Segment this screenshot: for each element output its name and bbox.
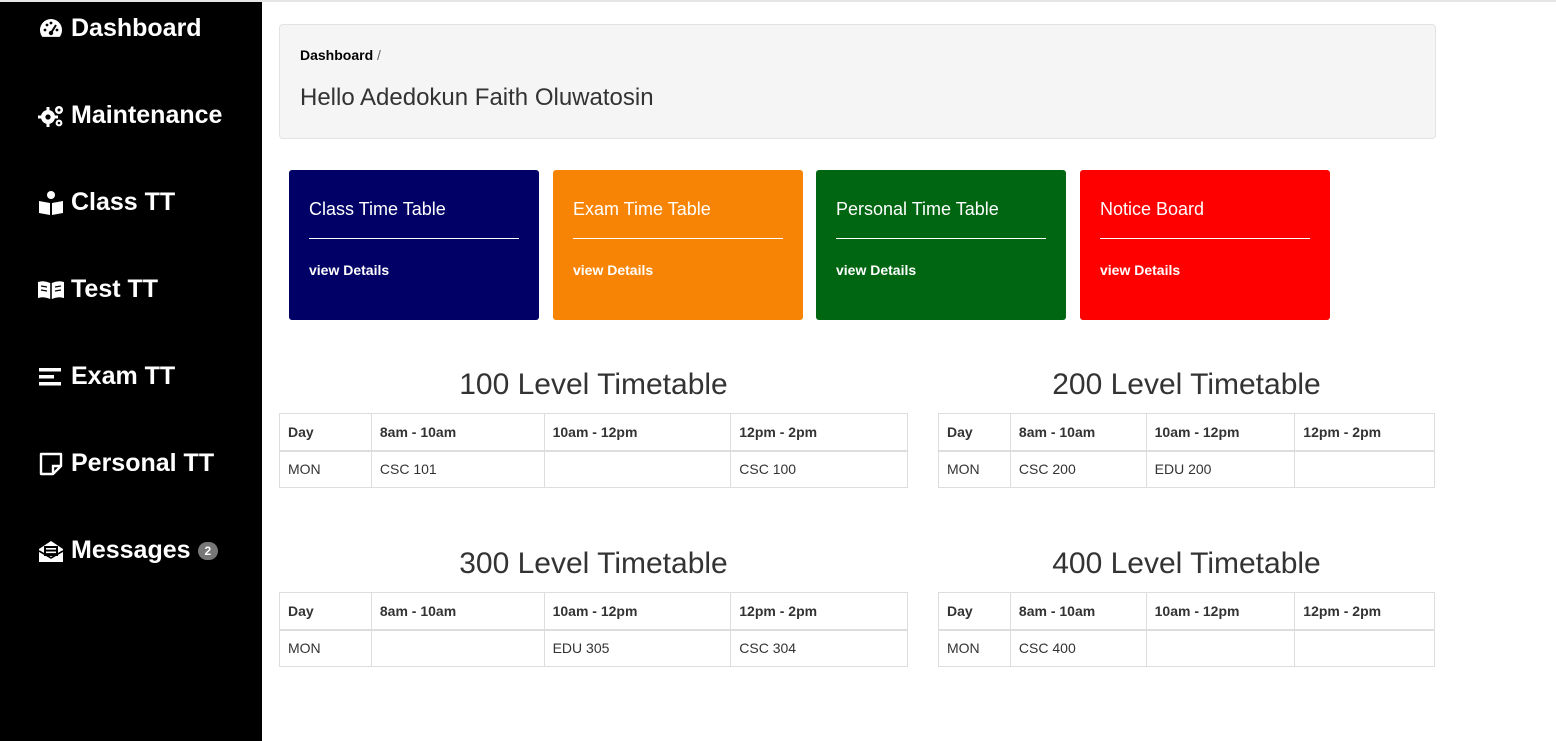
card-title: Exam Time Table	[573, 199, 711, 219]
card-divider	[1100, 238, 1310, 239]
column-header: 10am - 12pm	[543, 413, 732, 452]
column-header: Day	[938, 413, 1011, 452]
greeting-text: Hello Adedokun Faith Oluwatosin	[300, 84, 654, 111]
timetable-300-title: 300 Level Timetable	[459, 547, 728, 580]
sidebar-item-messages[interactable]: Messages 2	[37, 536, 219, 565]
table-cell	[370, 629, 545, 667]
reader-icon	[39, 190, 63, 215]
sidebar: Dashboard Maintenance Class TT Test TT E…	[0, 2, 262, 741]
column-header: 12pm - 2pm	[730, 413, 908, 452]
sidebar-item-exam-tt[interactable]: Exam TT	[37, 362, 175, 391]
table-cell: CSC 304	[730, 629, 908, 667]
column-header: 8am - 10am	[1009, 413, 1147, 452]
sidebar-item-label: Maintenance	[71, 101, 223, 129]
table-cell: CSC 400	[1009, 629, 1147, 667]
sidebar-item-dashboard[interactable]: Dashboard	[37, 14, 202, 43]
column-header: 8am - 10am	[1009, 592, 1147, 631]
card-title: Personal Time Table	[836, 199, 999, 219]
table-header-row: Day 8am - 10am 10am - 12pm 12pm - 2pm	[938, 413, 1435, 452]
table-header-row: Day 8am - 10am 10am - 12pm 12pm - 2pm	[279, 592, 908, 631]
table-row: MON CSC 400	[938, 629, 1435, 667]
card-exam-time-table[interactable]: Exam Time Table view Details	[553, 170, 803, 320]
sidebar-item-test-tt[interactable]: Test TT	[37, 275, 158, 304]
table-cell: EDU 305	[543, 629, 732, 667]
table-cell: MON	[938, 450, 1011, 488]
header-panel: Dashboard / Hello Adedokun Faith Oluwato…	[279, 24, 1436, 139]
column-header: 8am - 10am	[370, 592, 545, 631]
view-details-link[interactable]: view Details	[309, 262, 389, 278]
sidebar-item-label: Exam TT	[71, 362, 176, 390]
sidebar-item-personal-tt[interactable]: Personal TT	[37, 449, 214, 478]
column-header: 12pm - 2pm	[730, 592, 908, 631]
sidebar-item-label: Dashboard	[71, 14, 202, 42]
sidebar-item-label: Messages	[71, 536, 191, 564]
timetable-100-title: 100 Level Timetable	[459, 368, 728, 401]
breadcrumb: Dashboard /	[300, 47, 381, 63]
sidebar-item-class-tt[interactable]: Class TT	[37, 188, 175, 217]
table-cell: MON	[279, 450, 372, 488]
sidebar-item-label: Test TT	[71, 275, 159, 303]
breadcrumb-separator: /	[377, 47, 381, 63]
table-cell: MON	[938, 629, 1011, 667]
sidebar-item-label: Personal TT	[71, 449, 215, 477]
dashboard-icon	[40, 18, 63, 37]
table-cell: CSC 200	[1009, 450, 1147, 488]
card-divider	[309, 238, 519, 239]
card-title: Notice Board	[1100, 199, 1205, 219]
card-personal-time-table[interactable]: Personal Time Table view Details	[816, 170, 1066, 320]
column-header: 10am - 12pm	[1145, 592, 1296, 631]
table-cell	[1145, 629, 1296, 667]
table-header-row: Day 8am - 10am 10am - 12pm 12pm - 2pm	[938, 592, 1435, 631]
table-cell: CSC 100	[730, 450, 908, 488]
table-cell	[1294, 450, 1435, 488]
view-details-link[interactable]: view Details	[1100, 262, 1180, 278]
sidebar-item-label: Class TT	[71, 188, 176, 216]
table-cell	[543, 450, 732, 488]
timetable-200-title: 200 Level Timetable	[1052, 368, 1321, 401]
column-header: 10am - 12pm	[543, 592, 732, 631]
table-row: MON EDU 305 CSC 304	[279, 629, 908, 667]
timetable-400-table: Day 8am - 10am 10am - 12pm 12pm - 2pm MO…	[938, 592, 1435, 667]
timetable-400-title: 400 Level Timetable	[1052, 547, 1321, 580]
table-cell: EDU 200	[1145, 450, 1296, 488]
column-header: Day	[279, 592, 372, 631]
timetable-200-table: Day 8am - 10am 10am - 12pm 12pm - 2pm MO…	[938, 413, 1435, 488]
card-divider	[573, 238, 783, 239]
card-class-time-table[interactable]: Class Time Table view Details	[289, 170, 539, 320]
table-cell	[1294, 629, 1435, 667]
table-row: MON CSC 101 CSC 100	[279, 450, 908, 488]
timetable-100-table: Day 8am - 10am 10am - 12pm 12pm - 2pm MO…	[279, 413, 908, 488]
sidebar-item-maintenance[interactable]: Maintenance	[37, 101, 222, 130]
card-title: Class Time Table	[309, 199, 446, 219]
messages-count-badge: 2	[197, 541, 219, 560]
envelope-open-icon	[38, 540, 64, 562]
timetable-300-table: Day 8am - 10am 10am - 12pm 12pm - 2pm MO…	[279, 592, 908, 667]
open-book-icon	[38, 280, 64, 299]
card-notice-board[interactable]: Notice Board view Details	[1080, 170, 1330, 320]
column-header: Day	[279, 413, 372, 452]
list-icon	[39, 367, 61, 385]
column-header: 8am - 10am	[370, 413, 545, 452]
column-header: 10am - 12pm	[1145, 413, 1296, 452]
column-header: 12pm - 2pm	[1294, 592, 1435, 631]
card-divider	[836, 238, 1046, 239]
table-header-row: Day 8am - 10am 10am - 12pm 12pm - 2pm	[279, 413, 908, 452]
breadcrumb-item-dashboard[interactable]: Dashboard	[300, 47, 373, 63]
gears-icon	[38, 105, 63, 127]
column-header: Day	[938, 592, 1011, 631]
column-header: 12pm - 2pm	[1294, 413, 1435, 452]
table-row: MON CSC 200 EDU 200	[938, 450, 1435, 488]
table-cell: CSC 101	[370, 450, 545, 488]
sticky-note-icon	[39, 452, 63, 475]
view-details-link[interactable]: view Details	[836, 262, 916, 278]
table-cell: MON	[279, 629, 372, 667]
view-details-link[interactable]: view Details	[573, 262, 653, 278]
